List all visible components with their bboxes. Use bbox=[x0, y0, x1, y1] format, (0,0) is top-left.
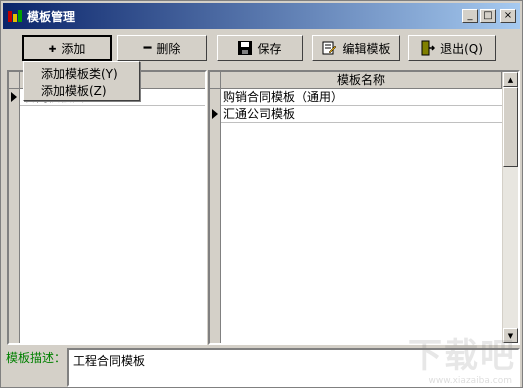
delete-button-label: 删除 bbox=[156, 41, 181, 56]
template-name-cell: 汇通公司模板 bbox=[223, 107, 296, 121]
menu-item-add-template[interactable]: 添加模板(Z) bbox=[41, 82, 107, 99]
template-manager-window: 模板管理 _ □ × ✚ 添加 ━ 删除 保存 编辑模板 退出(Q) 模板名称 … bbox=[0, 0, 523, 388]
close-button[interactable]: × bbox=[500, 9, 516, 23]
maximize-button[interactable]: □ bbox=[480, 9, 496, 23]
window-title: 模板管理 bbox=[27, 10, 76, 24]
edit-template-button[interactable]: 编辑模板 bbox=[312, 35, 400, 61]
template-name-column-header[interactable]: 模板名称 bbox=[221, 72, 502, 88]
left-grid-corner bbox=[9, 72, 20, 88]
right-grid-row-header bbox=[210, 89, 221, 343]
description-value: 工程合同模板 bbox=[73, 354, 146, 368]
save-button[interactable]: 保存 bbox=[217, 35, 303, 61]
description-label: 模板描述： bbox=[6, 351, 67, 365]
floppy-disk-icon bbox=[238, 41, 253, 55]
save-button-label: 保存 bbox=[257, 41, 282, 56]
app-icon bbox=[8, 10, 22, 22]
watermark-url: www.xiazaiba.com bbox=[428, 376, 512, 386]
left-row-indicator bbox=[11, 92, 17, 102]
minimize-button[interactable]: _ bbox=[462, 9, 478, 23]
add-button-label: 添加 bbox=[61, 41, 86, 56]
right-grid-header: 模板名称 bbox=[210, 72, 502, 89]
edit-template-button-label: 编辑模板 bbox=[342, 41, 391, 56]
right-grid-vertical-scrollbar[interactable]: ▲ ▼ bbox=[502, 72, 518, 343]
left-grid-row-header bbox=[9, 89, 20, 343]
add-button[interactable]: ✚ 添加 bbox=[22, 35, 112, 61]
right-row-indicator bbox=[212, 109, 218, 119]
exit-button-label: 退出(Q) bbox=[440, 41, 483, 56]
delete-button[interactable]: ━ 删除 bbox=[117, 35, 207, 61]
menu-item-add-category[interactable]: 添加模板类(Y) bbox=[41, 65, 118, 82]
table-row[interactable]: 汇通公司模板 bbox=[221, 106, 502, 123]
scroll-up-button[interactable]: ▲ bbox=[503, 72, 518, 87]
template-name-cell: 购销合同模板（通用） bbox=[223, 90, 344, 104]
template-name-grid[interactable]: 模板名称 购销合同模板（通用） 汇通公司模板 ▲ ▼ bbox=[208, 70, 520, 345]
template-category-grid[interactable]: 合同模板类 bbox=[7, 70, 207, 345]
scroll-up-arrow-icon: ▲ bbox=[507, 75, 514, 84]
scroll-thumb[interactable] bbox=[503, 87, 518, 167]
exit-button[interactable]: 退出(Q) bbox=[408, 35, 496, 61]
add-dropdown-menu: 添加模板类(Y) 添加模板(Z) bbox=[23, 61, 140, 101]
exit-door-icon bbox=[421, 40, 436, 56]
watermark: 下载吧 bbox=[408, 336, 516, 376]
right-grid-corner bbox=[210, 72, 221, 88]
minus-icon: ━ bbox=[143, 40, 152, 56]
edit-document-icon bbox=[322, 41, 337, 55]
table-row[interactable]: 购销合同模板（通用） bbox=[221, 89, 502, 106]
title-bar[interactable]: 模板管理 _ □ × bbox=[3, 3, 520, 29]
plus-icon: ✚ bbox=[48, 40, 57, 56]
